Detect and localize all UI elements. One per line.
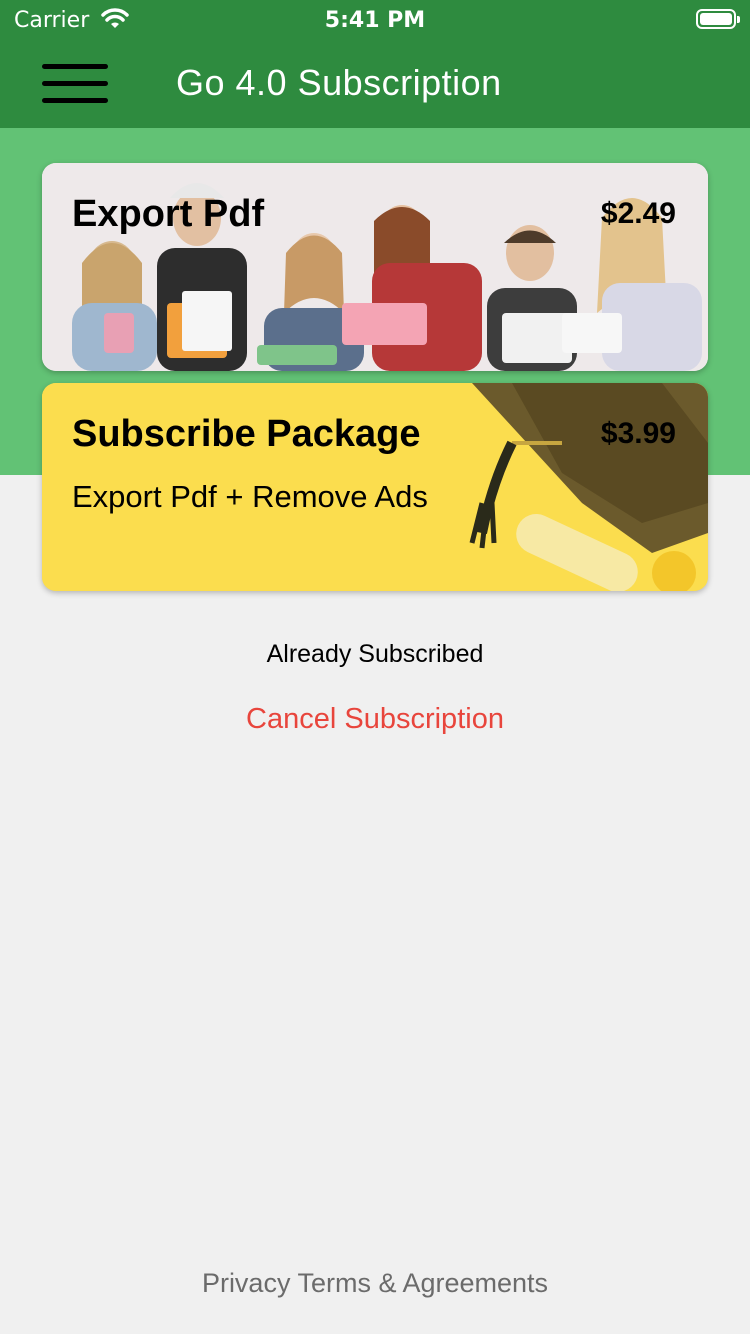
subscribe-package-subtitle: Export Pdf + Remove Ads [72,479,428,514]
menu-icon-line [42,64,108,69]
battery-icon [696,9,740,29]
menu-icon[interactable] [42,62,108,106]
subscribe-package-price: $3.99 [600,417,676,450]
subscribe-package-title: Subscribe Package [72,413,421,455]
status-time: 5:41 PM [324,8,426,33]
menu-icon-line [42,81,108,86]
subscribe-package-card[interactable]: Subscribe Package $3.99 Export Pdf + Rem… [42,383,708,591]
export-pdf-price: $2.49 [600,197,676,230]
export-pdf-card[interactable]: Export Pdf $2.49 [42,163,708,371]
page-title: Go 4.0 Subscription [176,62,502,103]
cancel-subscription-link[interactable]: Cancel Subscription [0,703,750,736]
nav-bar: Go 4.0 Subscription [0,40,750,128]
privacy-terms-link[interactable]: Privacy Terms & Agreements [0,1268,750,1299]
already-subscribed-label: Already Subscribed [266,640,484,668]
status-bar: Carrier 5:41 PM [0,0,750,40]
menu-icon-line [42,98,108,103]
export-pdf-title: Export Pdf [72,193,265,235]
